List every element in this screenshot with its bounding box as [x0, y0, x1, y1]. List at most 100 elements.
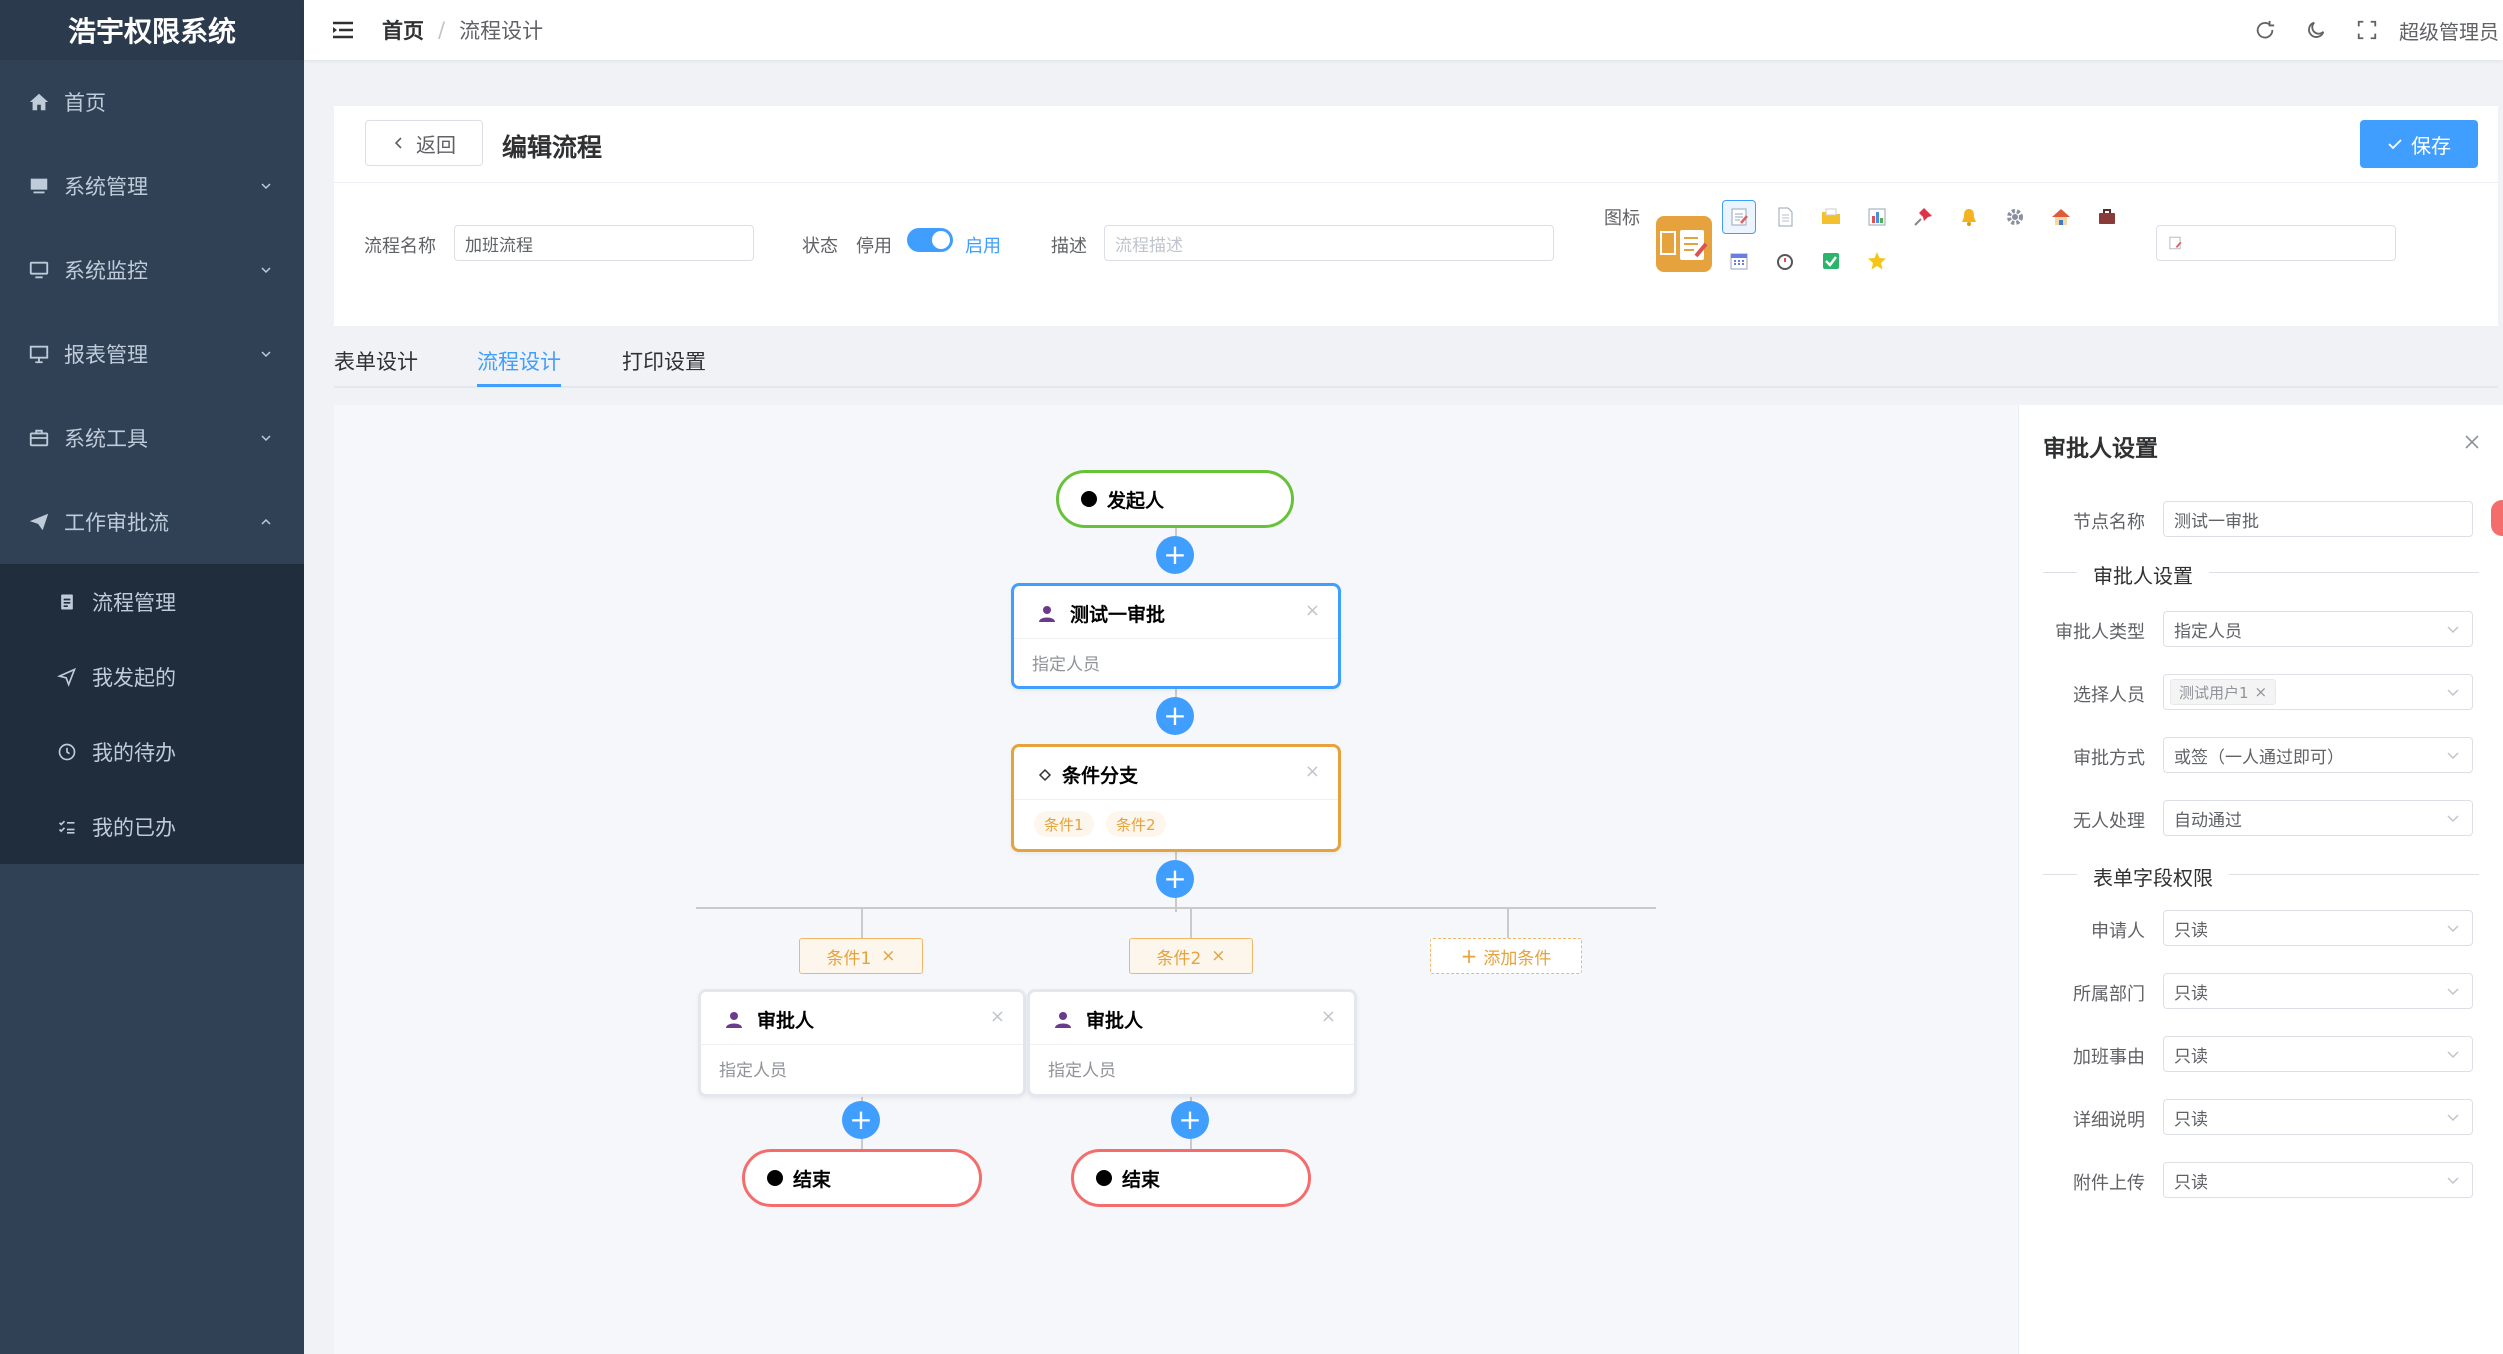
remove-condition-icon[interactable]: × [881, 946, 895, 966]
user-name[interactable]: 超级管理员 [2399, 16, 2499, 45]
moon-icon[interactable] [2303, 17, 2329, 43]
add-condition-label: 添加条件 [1483, 948, 1552, 969]
calendar-icon[interactable] [1722, 244, 1756, 278]
icon-value-input[interactable] [2156, 225, 2396, 261]
tab-flow-design[interactable]: 流程设计 [477, 346, 561, 376]
chip-close-icon[interactable]: × [2255, 683, 2268, 701]
checkbox-icon[interactable] [1814, 244, 1848, 278]
permission-select[interactable]: 只读 [2163, 1099, 2473, 1135]
select-value: 只读 [2174, 1046, 2208, 1067]
add-condition-button[interactable]: + 添加条件 [1430, 938, 1582, 974]
end-node[interactable]: 结束 [742, 1149, 982, 1207]
node-divider [1014, 799, 1338, 800]
approval-mode-select[interactable]: 或签（一人通过即可） [2163, 737, 2473, 773]
add-node-button[interactable]: + [842, 1101, 880, 1139]
bar-chart-icon[interactable] [1860, 200, 1894, 234]
node-name-input[interactable]: 测试一审批 [2163, 501, 2473, 537]
permission-select[interactable]: 只读 [2163, 973, 2473, 1009]
permission-label: 加班事由 [2073, 1047, 2145, 1068]
sidebar-item-system-tools[interactable]: 系统工具 [0, 396, 304, 480]
sidebar-item-system-monitor[interactable]: 系统监控 [0, 228, 304, 312]
branch-approver-node[interactable]: 审批人 × 指定人员 [698, 989, 1026, 1097]
house-icon[interactable] [2044, 200, 2078, 234]
description-label: 描述 [1051, 236, 1087, 257]
start-node[interactable]: 发起人 [1056, 470, 1294, 528]
memo-icon[interactable] [1722, 200, 1756, 234]
branch-approver-node[interactable]: 审批人 × 指定人员 [1027, 989, 1357, 1097]
hamburger-icon[interactable] [330, 17, 356, 43]
toolbox-icon [26, 425, 52, 451]
chevron-down-icon [2447, 815, 2459, 823]
sidebar-item-process-management[interactable]: 流程管理 [0, 564, 304, 639]
save-label: 保存 [2411, 133, 2451, 158]
select-value: 只读 [2174, 983, 2208, 1004]
add-node-button[interactable]: + [1156, 536, 1194, 574]
status-switch[interactable] [907, 228, 953, 252]
end-node[interactable]: 结束 [1071, 1149, 1311, 1207]
process-name-label: 流程名称 [364, 236, 436, 257]
home-icon [26, 89, 52, 115]
node-divider [1030, 1044, 1354, 1045]
condition-tag-2[interactable]: 条件2 × [1129, 938, 1253, 974]
branch-condition-tag: 条件2 [1106, 811, 1166, 837]
sidebar-item-my-initiated[interactable]: 我发起的 [0, 639, 304, 714]
select-value: 只读 [2174, 1172, 2208, 1193]
clipboard-icon [54, 589, 80, 615]
sidebar-item-my-todo[interactable]: 我的待办 [0, 714, 304, 789]
page-icon[interactable] [1768, 200, 1802, 234]
remove-condition-icon[interactable]: × [1211, 946, 1225, 966]
sidebar-item-reports[interactable]: 报表管理 [0, 312, 304, 396]
back-button[interactable]: 返回 [365, 120, 483, 166]
chevron-down-icon [2447, 752, 2459, 760]
sidebar-item-label: 系统监控 [64, 259, 148, 283]
condition-tag-1[interactable]: 条件1 × [799, 938, 923, 974]
gear-icon[interactable] [1998, 200, 2032, 234]
bell-icon[interactable] [1952, 200, 1986, 234]
no-handler-select[interactable]: 自动通过 [2163, 800, 2473, 836]
close-icon[interactable] [2463, 429, 2481, 457]
tab-form-design[interactable]: 表单设计 [334, 346, 418, 376]
switch-knob [932, 231, 950, 249]
breadcrumb-home[interactable]: 首页 [382, 15, 424, 45]
delete-node-icon[interactable]: × [1305, 600, 1320, 621]
delete-node-icon[interactable]: × [1321, 1006, 1336, 1027]
panel-edge-handle[interactable] [2491, 500, 2503, 536]
top-navbar: 首页 / 流程设计 超级管理员 [304, 0, 2503, 60]
permission-select[interactable]: 只读 [2163, 1162, 2473, 1198]
approver-type-select[interactable]: 指定人员 [2163, 611, 2473, 647]
permission-select[interactable]: 只读 [2163, 1036, 2473, 1072]
sidebar-item-approval-workflow[interactable]: 工作审批流 [0, 480, 304, 564]
process-name-input[interactable]: 加班流程 [454, 225, 754, 261]
briefcase-icon[interactable] [2090, 200, 2124, 234]
sidebar-item-my-done[interactable]: 我的已办 [0, 789, 304, 864]
designer-tabs: 表单设计 流程设计 打印设置 [334, 326, 2498, 388]
refresh-icon[interactable] [2252, 17, 2278, 43]
delete-node-icon[interactable]: × [1305, 761, 1320, 782]
folder-icon[interactable] [1814, 200, 1848, 234]
breadcrumb: 首页 / 流程设计 [382, 15, 543, 45]
approval-mode-label: 审批方式 [2073, 748, 2145, 769]
select-value: 只读 [2174, 1109, 2208, 1130]
select-value: 或签（一人通过即可） [2174, 747, 2344, 768]
star-icon[interactable] [1860, 244, 1894, 278]
approver-node[interactable]: 测试一审批 × 指定人员 [1011, 583, 1341, 689]
add-node-button[interactable]: + [1171, 1101, 1209, 1139]
tab-print-settings[interactable]: 打印设置 [622, 346, 706, 376]
condition-branch-node[interactable]: 条件分支 × 条件1 条件2 [1011, 744, 1341, 852]
permission-select[interactable]: 只读 [2163, 910, 2473, 946]
add-node-button[interactable]: + [1156, 697, 1194, 735]
stopwatch-icon[interactable] [1768, 244, 1802, 278]
add-node-button[interactable]: + [1156, 860, 1194, 898]
fullscreen-icon[interactable] [2354, 17, 2380, 43]
flow-canvas[interactable]: 发起人 + 测试一审批 × 指定人员 + 条件分支 × 条件1 条件2 + 条件… [334, 405, 2018, 1354]
select-users-select[interactable]: 测试用户1 × [2163, 674, 2473, 710]
sidebar-item-home[interactable]: 首页 [0, 60, 304, 144]
description-input[interactable]: 流程描述 [1104, 225, 1554, 261]
end-dot-icon [767, 1170, 783, 1186]
save-button[interactable]: 保存 [2360, 120, 2478, 168]
sidebar-item-label: 首页 [64, 91, 106, 115]
pushpin-icon[interactable] [1906, 200, 1940, 234]
status-on-label: 启用 [965, 236, 1001, 257]
delete-node-icon[interactable]: × [990, 1006, 1005, 1027]
sidebar-item-system-management[interactable]: 系统管理 [0, 144, 304, 228]
